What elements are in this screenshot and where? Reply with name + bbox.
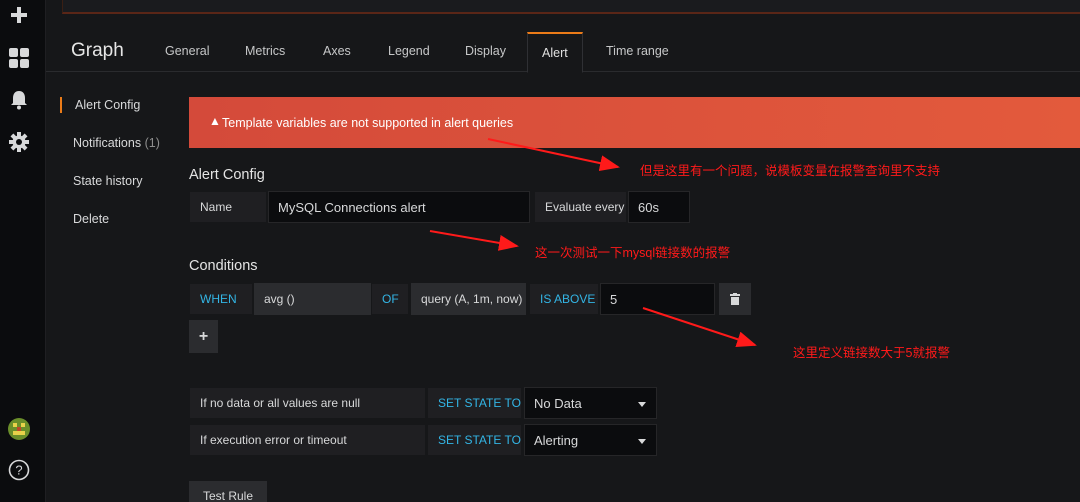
exec-error-label: If execution error or timeout — [189, 424, 426, 456]
editor-tabs: Graph General Metrics Axes Legend Displa… — [46, 28, 1080, 73]
tab-metrics[interactable]: Metrics — [245, 44, 285, 58]
exec-error-state-value: Alerting — [534, 432, 579, 448]
plus-icon[interactable] — [8, 4, 30, 26]
tab-alert[interactable]: Alert — [527, 32, 583, 73]
evaluate-every-input[interactable]: 60s — [628, 191, 690, 223]
graph-panel-preview — [62, 0, 1080, 14]
menu-notifications-label: Notifications — [73, 136, 142, 150]
notifications-count: (1) — [144, 136, 160, 150]
menu-alert-config[interactable]: Alert Config — [75, 98, 140, 112]
evaluate-every-label: Evaluate every — [534, 191, 627, 223]
alert-error-banner: ▲ Template variables are not supported i… — [189, 97, 1080, 148]
alert-name-input[interactable]: MySQL Connections alert — [268, 191, 530, 223]
test-rule-button[interactable]: Test Rule — [189, 481, 267, 502]
conditions-title: Conditions — [189, 258, 258, 274]
exec-error-set-state: SET STATE TO — [427, 424, 522, 456]
tab-display[interactable]: Display — [465, 44, 506, 58]
annotation-note-3: 这里定义链接数大于5就报警 — [793, 346, 950, 360]
trash-icon — [730, 293, 740, 305]
of-keyword: OF — [371, 283, 409, 315]
alert-config-title: Alert Config — [189, 167, 265, 183]
menu-state-history[interactable]: State history — [73, 174, 142, 188]
menu-delete[interactable]: Delete — [73, 212, 109, 226]
reducer-select[interactable]: avg () — [254, 283, 371, 315]
bell-icon[interactable] — [8, 89, 30, 111]
active-indicator — [60, 97, 62, 113]
gear-icon[interactable] — [8, 131, 30, 153]
no-data-label: If no data or all values are null — [189, 387, 426, 419]
exec-error-state-select[interactable]: Alerting — [524, 424, 657, 456]
dashboards-icon[interactable] — [8, 47, 30, 69]
warning-icon: ▲ — [209, 114, 221, 128]
annotation-note-1: 但是这里有一个问题，说模板变量在报警查询里不支持 — [640, 164, 941, 178]
tab-axes[interactable]: Axes — [323, 44, 351, 58]
tab-general[interactable]: General — [165, 44, 209, 58]
menu-notifications[interactable]: Notifications (1) — [73, 136, 160, 150]
no-data-set-state: SET STATE TO — [427, 387, 522, 419]
delete-condition-button[interactable] — [719, 283, 751, 315]
page-title: Graph — [71, 40, 124, 61]
when-keyword: WHEN — [189, 283, 253, 315]
no-data-state-select[interactable]: No Data — [524, 387, 657, 419]
threshold-input[interactable]: 5 — [600, 283, 715, 315]
evaluator-select[interactable]: IS ABOVE — [529, 283, 599, 315]
tab-legend[interactable]: Legend — [388, 44, 430, 58]
annotation-note-2: 这一次测试一下mysql链接数的报警 — [535, 246, 731, 260]
chevron-down-icon — [638, 439, 646, 444]
banner-message: Template variables are not supported in … — [222, 116, 514, 130]
name-label: Name — [189, 191, 267, 223]
query-select[interactable]: query (A, 1m, now) — [411, 283, 526, 315]
tab-time-range[interactable]: Time range — [606, 44, 669, 58]
svg-text:?: ? — [15, 463, 22, 478]
avatar[interactable] — [8, 418, 30, 440]
no-data-state-value: No Data — [534, 395, 582, 411]
add-condition-button[interactable]: + — [189, 320, 218, 353]
help-icon[interactable]: ? — [8, 459, 30, 481]
side-nav: ? — [0, 0, 46, 502]
chevron-down-icon — [638, 402, 646, 407]
